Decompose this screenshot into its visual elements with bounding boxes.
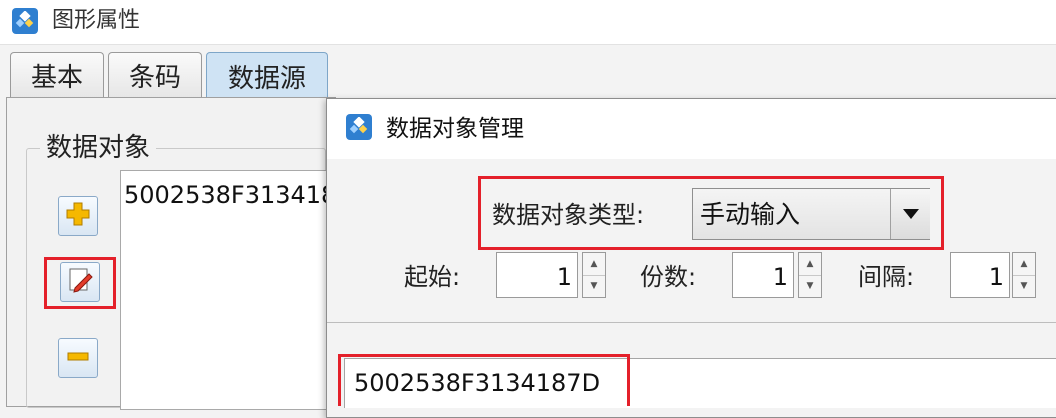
start-spinner[interactable]: ▲ ▼ <box>582 252 606 298</box>
interval-value: 1 <box>988 263 1004 291</box>
copies-spinner[interactable]: ▲ ▼ <box>798 252 822 298</box>
tab-datasource[interactable]: 数据源 <box>206 52 328 100</box>
tab-barcode[interactable]: 条码 <box>108 52 202 98</box>
interval-label: 间隔: <box>858 263 915 291</box>
data-object-type-value: 手动输入 <box>700 200 801 229</box>
dialog-divider <box>327 322 1056 323</box>
tab-label: 条码 <box>128 63 181 93</box>
tab-label: 基本 <box>30 63 83 93</box>
spin-up-icon[interactable]: ▲ <box>1013 253 1035 276</box>
copies-label: 份数: <box>640 263 697 291</box>
chevron-down-icon <box>902 205 920 224</box>
window-title: 图形属性 <box>52 8 141 33</box>
window-title-bar <box>0 0 1056 45</box>
start-value: 1 <box>556 263 572 291</box>
tab-basic[interactable]: 基本 <box>10 52 104 98</box>
copies-value: 1 <box>772 263 788 291</box>
spin-down-icon[interactable]: ▼ <box>799 276 821 298</box>
spin-down-icon[interactable]: ▼ <box>583 276 605 298</box>
list-item[interactable]: 5002538F3134187D <box>124 178 330 212</box>
data-object-group-label: 数据对象 <box>40 132 157 164</box>
tab-label: 数据源 <box>227 64 306 94</box>
plus-icon <box>65 201 91 231</box>
data-content-value: 5002538F3134187D <box>354 369 601 397</box>
minus-icon <box>65 343 91 373</box>
dropdown-button[interactable] <box>890 189 930 239</box>
dialog-app-icon <box>346 114 372 140</box>
add-button[interactable] <box>58 196 98 236</box>
dialog-title: 数据对象管理 <box>386 116 524 142</box>
spin-up-icon[interactable]: ▲ <box>583 253 605 276</box>
pencil-icon <box>66 266 94 298</box>
app-icon <box>12 8 38 34</box>
start-label: 起始: <box>404 263 461 291</box>
spin-up-icon[interactable]: ▲ <box>799 253 821 276</box>
spin-down-icon[interactable]: ▼ <box>1013 276 1035 298</box>
data-object-type-label: 数据对象类型: <box>492 201 645 229</box>
interval-spinner[interactable]: ▲ ▼ <box>1012 252 1036 298</box>
edit-button[interactable] <box>60 262 100 302</box>
remove-button[interactable] <box>58 338 98 378</box>
